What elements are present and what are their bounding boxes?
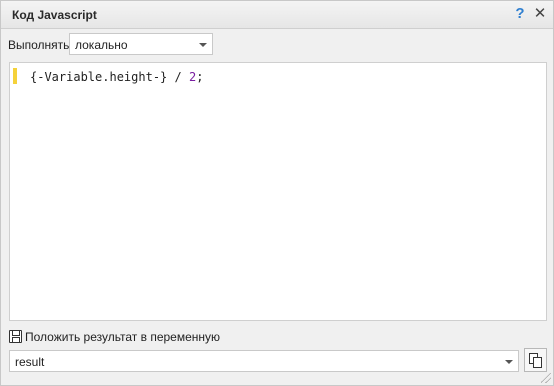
result-variable-select[interactable]: result bbox=[9, 350, 519, 372]
execution-mode-label: Выполнять bbox=[8, 38, 70, 52]
save-icon bbox=[9, 330, 22, 343]
title-bar[interactable]: Код Javascript ? ✕ bbox=[1, 1, 553, 29]
close-icon[interactable]: ✕ bbox=[531, 4, 549, 24]
line-change-marker bbox=[13, 68, 17, 84]
execution-mode-value: локально bbox=[75, 38, 128, 52]
chevron-down-icon[interactable] bbox=[505, 360, 513, 364]
window-title: Код Javascript bbox=[12, 8, 97, 22]
save-result-label: Положить результат в переменную bbox=[25, 330, 221, 344]
resize-grip-icon[interactable] bbox=[541, 373, 551, 383]
javascript-code-dialog: Код Javascript ? ✕ Выполнять локально {-… bbox=[0, 0, 554, 386]
help-icon[interactable]: ? bbox=[511, 4, 529, 24]
execution-mode-select[interactable]: локально bbox=[69, 33, 213, 55]
code-line[interactable]: {-Variable.height-} / 2; bbox=[30, 70, 203, 84]
code-expression: {-Variable.height-} / bbox=[30, 70, 189, 84]
result-variable-value: result bbox=[15, 355, 45, 369]
chevron-down-icon[interactable] bbox=[199, 43, 207, 47]
copy-button[interactable] bbox=[524, 348, 547, 372]
code-terminator: ; bbox=[196, 70, 204, 84]
code-editor[interactable]: {-Variable.height-} / 2; bbox=[9, 62, 547, 321]
